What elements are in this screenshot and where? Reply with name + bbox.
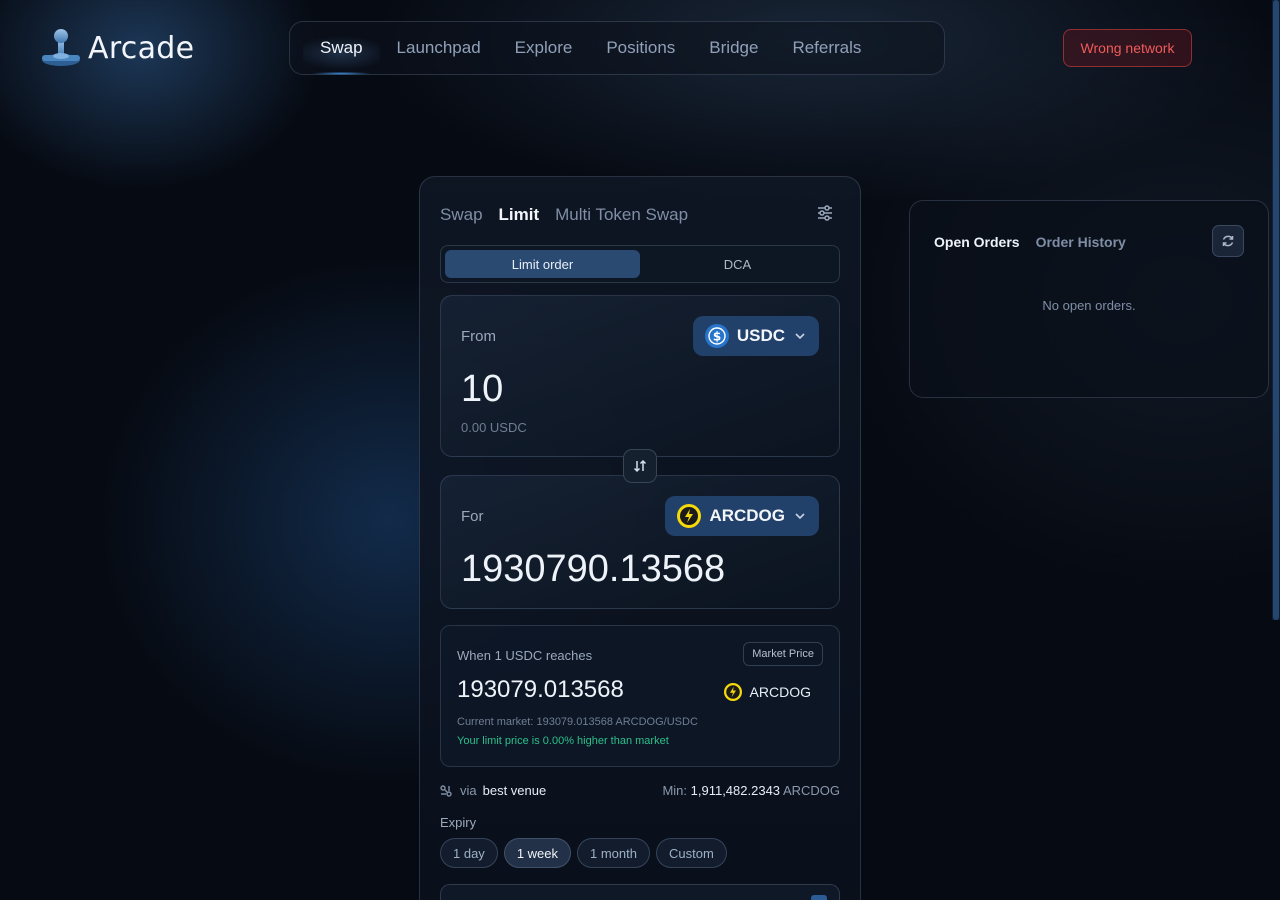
expiry-1-week[interactable]: 1 week [503, 838, 572, 868]
nav-bridge[interactable]: Bridge [692, 22, 775, 74]
option-checkbox[interactable] [811, 895, 827, 900]
swap-direction-button[interactable] [623, 449, 657, 483]
min-value: 1,911,482.2343 [690, 783, 781, 798]
limit-price-label: When 1 USDC reaches [457, 648, 593, 663]
for-amount-input[interactable]: 1930790.13568 [461, 548, 725, 591]
nav-swap[interactable]: Swap [303, 22, 380, 75]
arcdog-icon [723, 683, 742, 701]
expiry-label: Expiry [440, 815, 477, 830]
joystick-icon [42, 29, 80, 66]
scrollbar[interactable] [1272, 0, 1280, 620]
limit-price-panel: When 1 USDC reaches Market Price 193079.… [440, 625, 840, 767]
sliders-icon[interactable] [816, 204, 834, 222]
limit-token-symbol: ARCDOG [749, 684, 811, 700]
refresh-icon [1222, 235, 1234, 247]
market-price-button[interactable]: Market Price [743, 642, 823, 666]
chevron-down-icon [795, 333, 805, 340]
svg-text:$: $ [713, 330, 721, 344]
from-token-selector[interactable]: $ USDC [692, 316, 819, 356]
limit-diff-text: Your limit price is 0.00% higher than ma… [457, 735, 669, 747]
route-via: via [460, 783, 477, 798]
limit-order-option[interactable]: Limit order [445, 250, 640, 278]
route-venue: best venue [482, 783, 547, 798]
tab-limit[interactable]: Limit [499, 205, 540, 225]
limit-options-panel [440, 884, 840, 900]
orders-tabs: Open Orders Order History [934, 234, 1126, 250]
tab-open-orders[interactable]: Open Orders [934, 234, 1020, 250]
orders-panel: Open Orders Order History No open orders… [909, 200, 1269, 398]
tab-multi-token-swap[interactable]: Multi Token Swap [555, 205, 688, 225]
route-icon [440, 784, 452, 797]
tab-swap[interactable]: Swap [440, 205, 483, 225]
nav-positions[interactable]: Positions [589, 22, 692, 74]
current-market-text: Current market: 193079.013568 ARCDOG/USD… [457, 716, 698, 728]
main-nav: Swap Launchpad Explore Positions Bridge … [289, 21, 945, 75]
swap-arrows-icon [633, 459, 647, 473]
for-label: For [461, 508, 484, 525]
expiry-1-month[interactable]: 1 month [577, 838, 650, 868]
limit-price-token: ARCDOG [723, 683, 811, 701]
nav-referrals[interactable]: Referrals [775, 22, 878, 74]
arcdog-icon [677, 504, 702, 528]
wrong-network-button[interactable]: Wrong network [1063, 29, 1192, 67]
nav-launchpad[interactable]: Launchpad [380, 22, 498, 74]
from-token-symbol: USDC [736, 326, 785, 345]
swap-tabs: Swap Limit Multi Token Swap [440, 205, 688, 225]
for-token-selector[interactable]: ARCDOG [665, 496, 819, 536]
for-token-symbol: ARCDOG [709, 506, 785, 525]
refresh-button[interactable] [1212, 225, 1244, 257]
from-panel: From $ USDC 10 0.00 USDC [440, 295, 840, 457]
logo[interactable]: Arcade [40, 27, 194, 69]
expiry-1-day[interactable]: 1 day [440, 838, 498, 868]
min-token: ARCDOG [782, 783, 840, 798]
limit-price-input[interactable]: 193079.013568 [457, 676, 624, 704]
from-amount-input[interactable]: 10 [461, 368, 503, 411]
nav-explore[interactable]: Explore [498, 22, 590, 74]
tab-order-history[interactable]: Order History [1036, 234, 1126, 250]
dca-option[interactable]: DCA [640, 250, 835, 278]
chevron-down-icon [795, 513, 805, 520]
scrollbar-thumb[interactable] [1273, 0, 1279, 620]
empty-orders-text: No open orders. [1042, 298, 1136, 313]
app-name: Arcade [88, 30, 195, 66]
swap-card: Swap Limit Multi Token Swap Limit order … [419, 176, 861, 900]
route-info: via best venue Min: 1,911,482.2343 ARCDO… [440, 783, 840, 798]
usdc-icon: $ [704, 324, 729, 348]
order-mode-toggle: Limit order DCA [440, 245, 840, 283]
expiry-custom[interactable]: Custom [656, 838, 727, 868]
for-panel: For ARCDOG 1930790.13568 [440, 475, 840, 609]
from-label: From [461, 328, 496, 345]
min-label: Min: [662, 783, 687, 798]
min-received: Min: 1,911,482.2343 ARCDOG [662, 783, 840, 798]
expiry-options: 1 day 1 week 1 month Custom [440, 838, 727, 868]
from-balance: 0.00 USDC [461, 420, 527, 435]
